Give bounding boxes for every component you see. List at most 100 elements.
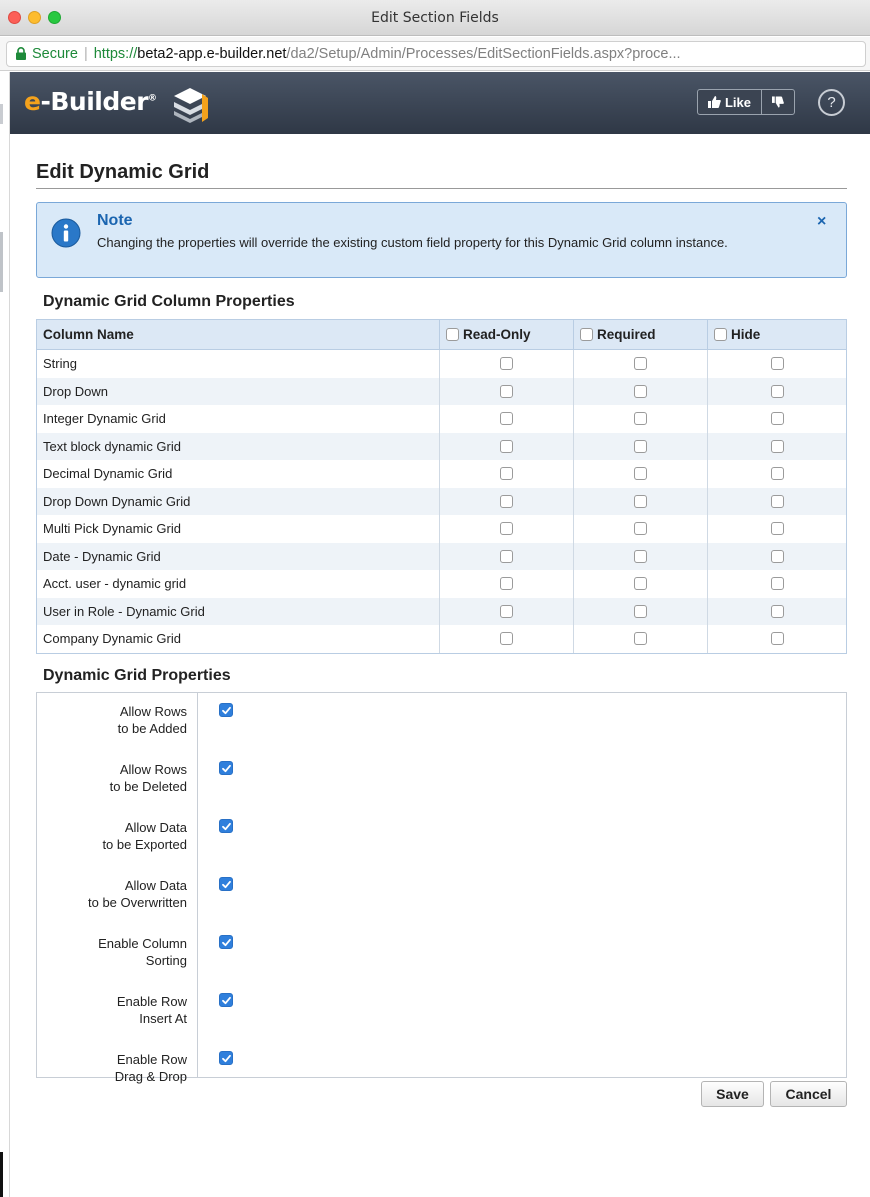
required-cell: [574, 570, 708, 598]
window-title: Edit Section Fields: [371, 10, 499, 26]
required-cell: [574, 405, 708, 433]
column-name-cell: User in Role - Dynamic Grid: [37, 597, 440, 625]
hide-checkbox[interactable]: [770, 384, 784, 398]
readonly-checkbox[interactable]: [500, 384, 513, 398]
save-button[interactable]: Save: [701, 1081, 764, 1107]
like-label: Like: [724, 94, 751, 110]
required-cell: [574, 625, 708, 653]
url-host: beta2-app.e-builder.net: [137, 46, 287, 62]
required-checkbox[interactable]: [634, 549, 647, 563]
table-row: Drop Down: [37, 377, 846, 406]
check-icon: [222, 938, 231, 947]
readonly-checkbox[interactable]: [500, 412, 513, 426]
required-checkbox[interactable]: [634, 467, 647, 481]
check-icon: [222, 996, 231, 1005]
readonly-cell: [440, 460, 574, 488]
property-label-line1: Enable Row: [116, 1052, 187, 1067]
readonly-checkbox[interactable]: [500, 632, 513, 646]
required-checkbox[interactable]: [634, 522, 647, 536]
hide-checkbox[interactable]: [770, 357, 784, 371]
property-label-line1: Enable Column: [98, 936, 187, 951]
page-title: Edit Dynamic Grid: [36, 161, 210, 183]
hide-checkbox[interactable]: [770, 549, 784, 563]
table-row: Drop Down Dynamic Grid: [37, 487, 846, 515]
readonly-checkbox[interactable]: [500, 577, 513, 591]
readonly-cell: [440, 625, 574, 653]
hide-checkbox[interactable]: [770, 467, 784, 481]
table-row: Integer Dynamic Grid: [37, 405, 846, 433]
window-titlebar: Edit Section Fields: [0, 0, 870, 36]
note-banner: Note Changing the properties will overri…: [36, 202, 847, 278]
close-icon[interactable]: ×: [817, 213, 826, 231]
readonly-all-checkbox[interactable]: [446, 328, 459, 341]
note-title: Note: [97, 212, 133, 229]
readonly-checkbox[interactable]: [500, 604, 513, 618]
url-scheme: https://: [93, 46, 138, 62]
property-checkbox[interactable]: [219, 703, 233, 717]
required-checkbox[interactable]: [634, 384, 647, 398]
readonly-checkbox[interactable]: [500, 522, 513, 536]
required-cell: [574, 432, 708, 460]
cancel-button[interactable]: Cancel: [770, 1081, 847, 1107]
property-label-line1: Allow Rows: [119, 762, 187, 777]
hide-cell: [708, 378, 846, 406]
column-name-cell: Decimal Dynamic Grid: [37, 460, 440, 488]
hide-checkbox[interactable]: [770, 412, 784, 426]
required-checkbox[interactable]: [634, 439, 647, 453]
property-checkbox[interactable]: [219, 877, 233, 891]
check-icon: [222, 880, 231, 889]
required-checkbox[interactable]: [634, 494, 647, 508]
hide-all-checkbox[interactable]: [714, 328, 727, 341]
help-button[interactable]: ?: [818, 89, 845, 116]
column-name-cell: Drop Down: [37, 377, 440, 405]
property-label: Enable Row Drag & Drop: [37, 1051, 187, 1085]
column-properties-grid: Column Name Read-Only Required Hide Stri…: [36, 319, 847, 654]
property-checkbox[interactable]: [219, 761, 233, 775]
note-text: Changing the properties will override th…: [97, 235, 728, 250]
hide-checkbox[interactable]: [770, 522, 784, 536]
hide-checkbox[interactable]: [770, 494, 784, 508]
readonly-cell: [440, 487, 574, 515]
title-divider: [36, 188, 847, 189]
readonly-checkbox[interactable]: [500, 494, 513, 508]
url-field[interactable]: Secure | https://beta2-app.e-builder.net/d…: [6, 41, 866, 67]
property-label-line1: Enable Row: [116, 994, 187, 1009]
required-cell: [574, 487, 708, 515]
column-name-cell: Company Dynamic Grid: [37, 625, 440, 653]
dislike-button[interactable]: [761, 90, 794, 114]
readonly-cell: [440, 597, 574, 625]
table-row: Acct. user - dynamic grid: [37, 570, 846, 598]
app-header: e-Builder® Like ?: [10, 72, 870, 134]
property-row: Allow Rows to be Deleted: [37, 751, 846, 809]
property-label-line2: Sorting: [145, 953, 187, 968]
required-cell: [574, 597, 708, 625]
required-all-checkbox[interactable]: [580, 328, 593, 341]
required-cell: [574, 542, 708, 570]
property-label: Allow Rows to be Deleted: [37, 761, 187, 795]
required-checkbox[interactable]: [634, 632, 647, 646]
readonly-checkbox[interactable]: [500, 549, 513, 563]
required-cell: [574, 350, 708, 378]
table-row: Company Dynamic Grid: [37, 625, 846, 653]
readonly-checkbox[interactable]: [500, 439, 513, 453]
hide-checkbox[interactable]: [770, 439, 784, 453]
property-checkbox[interactable]: [219, 819, 233, 833]
hide-cell: [708, 543, 846, 571]
required-checkbox[interactable]: [634, 604, 647, 618]
property-checkbox[interactable]: [219, 993, 233, 1007]
required-checkbox[interactable]: [634, 412, 647, 426]
like-button[interactable]: Like: [698, 90, 761, 114]
property-checkbox[interactable]: [219, 1051, 233, 1065]
secure-label: Secure: [32, 46, 78, 62]
readonly-checkbox[interactable]: [500, 467, 513, 481]
hide-checkbox[interactable]: [770, 604, 784, 618]
column-name-cell: Acct. user - dynamic grid: [37, 570, 440, 598]
hide-checkbox[interactable]: [770, 632, 784, 646]
required-checkbox[interactable]: [634, 577, 647, 591]
hide-checkbox[interactable]: [770, 577, 784, 591]
readonly-checkbox[interactable]: [500, 357, 513, 371]
property-checkbox[interactable]: [219, 935, 233, 949]
required-checkbox[interactable]: [634, 357, 647, 371]
property-label: Allow Data to be Exported: [37, 819, 187, 853]
property-row: Enable Column Sorting: [37, 925, 846, 983]
